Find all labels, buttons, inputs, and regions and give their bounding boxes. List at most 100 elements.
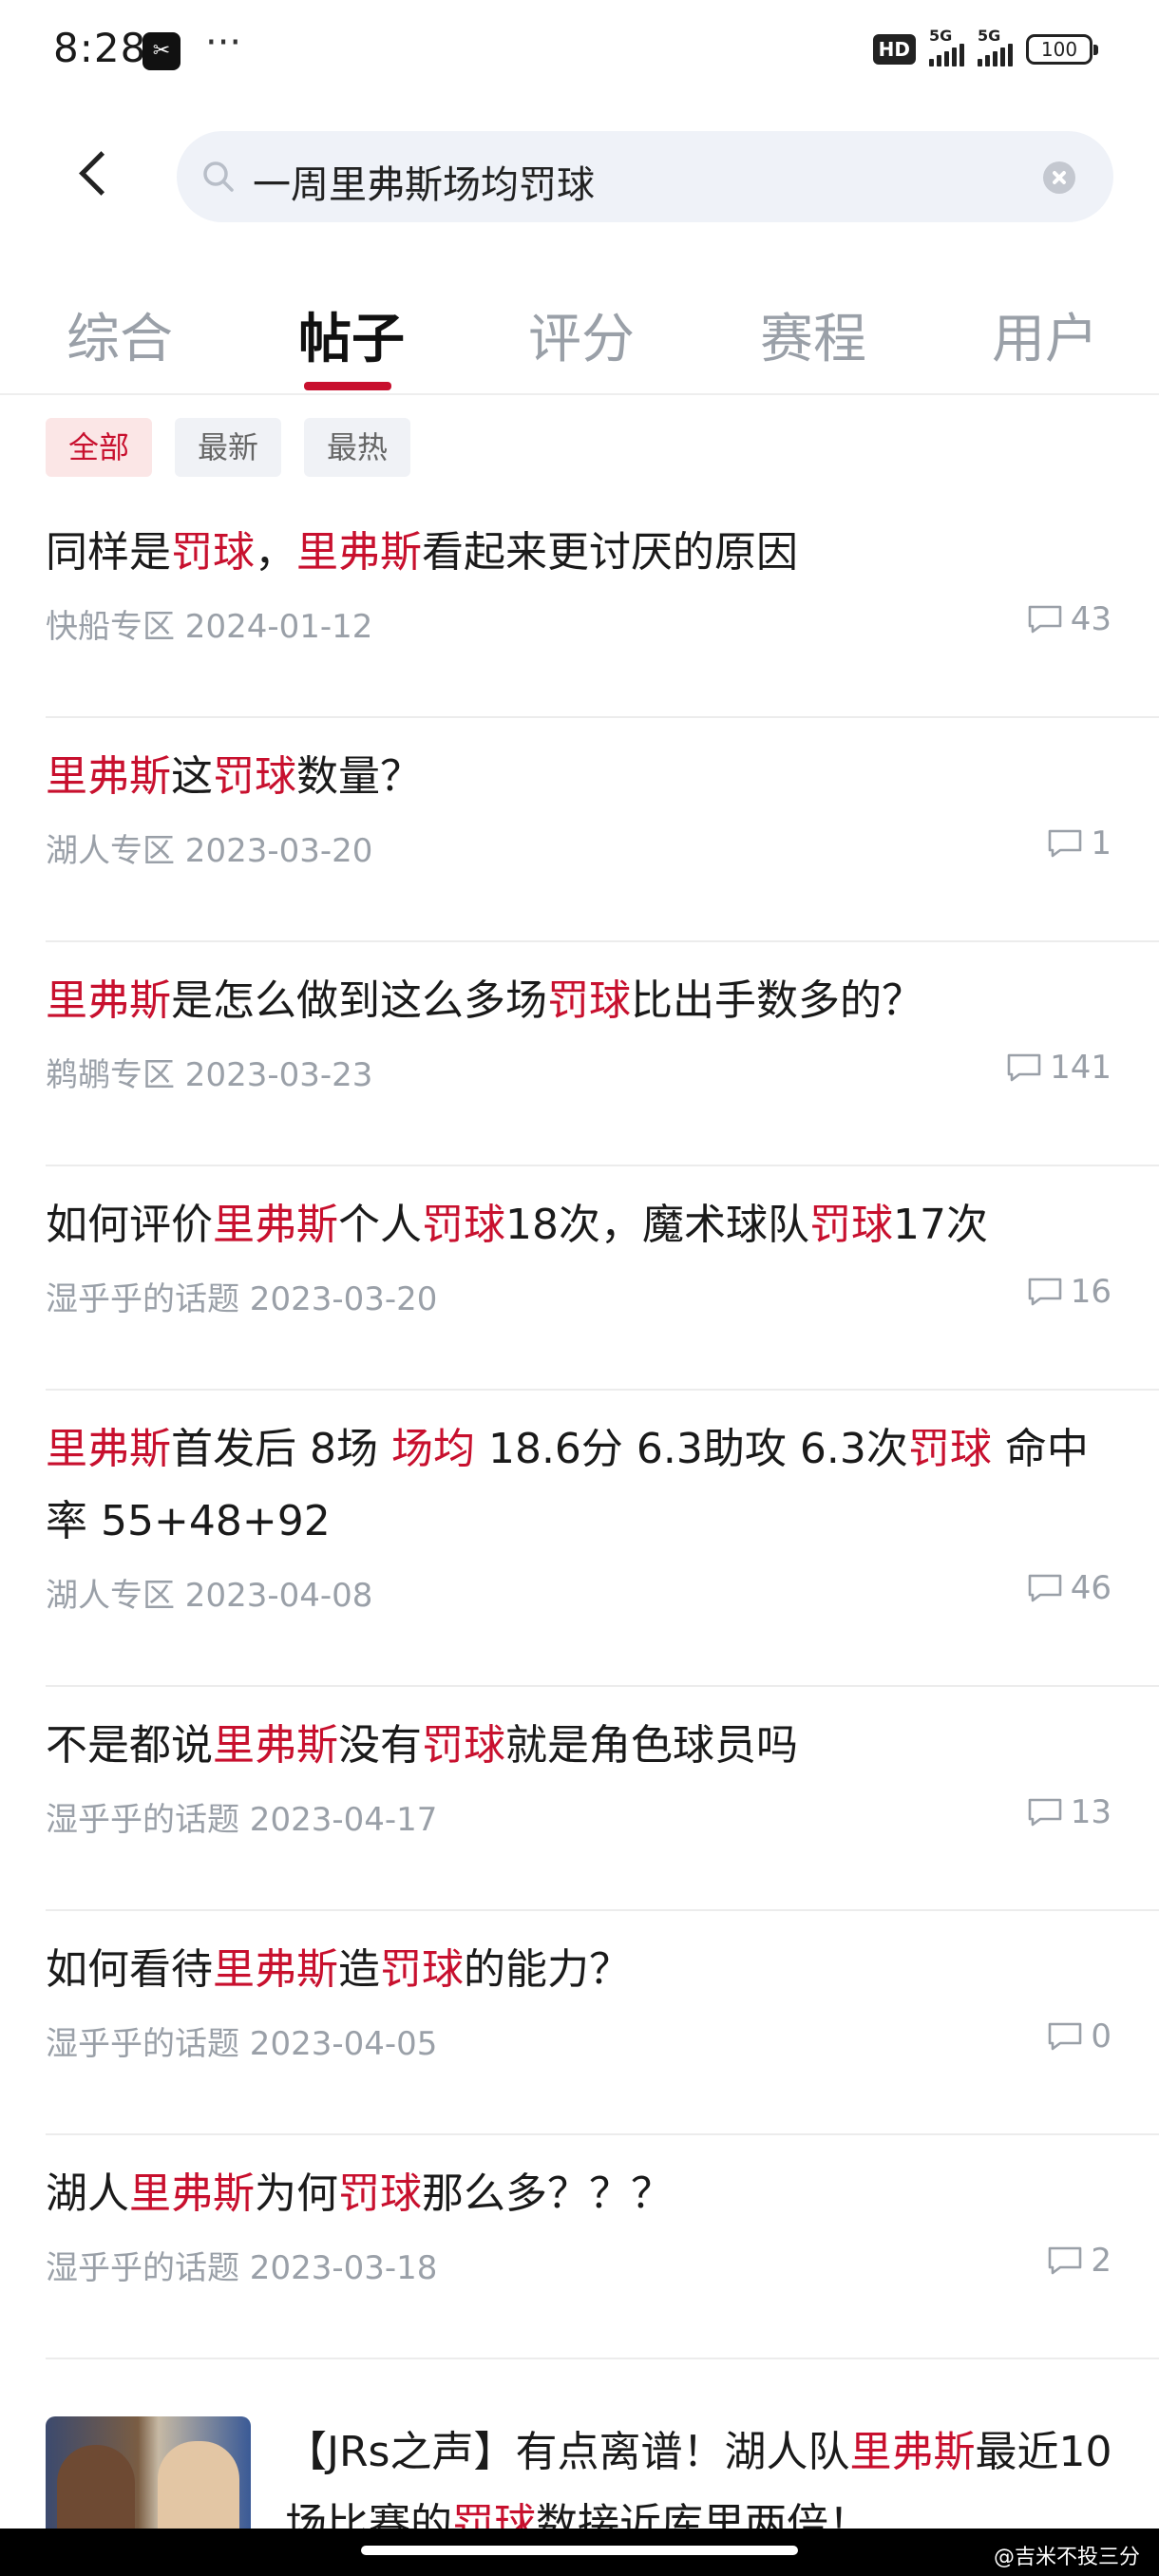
result-title: 湖人里弗斯为何罚球那么多？？？ — [46, 2158, 1119, 2230]
search-icon — [203, 161, 234, 192]
comment-count-value: 16 — [1070, 1273, 1112, 1311]
result-meta: 湿乎乎的话题 2023-03-20 — [46, 1280, 438, 1318]
comment-count: 141 — [1006, 1049, 1112, 1087]
comment-icon — [1007, 1053, 1041, 1082]
comment-count: 46 — [1027, 1569, 1112, 1607]
title-text: 不是都说 — [46, 1721, 213, 1770]
title-text: 个人 — [338, 1201, 422, 1249]
keyword-highlight: 罚球 — [380, 1945, 464, 1994]
result-item[interactable]: 不是都说里弗斯没有罚球就是角色球员吗湿乎乎的话题 2023-04-17 13 — [46, 1687, 1159, 1911]
result-meta: 湿乎乎的话题 2023-04-05 — [46, 2025, 438, 2063]
hd-badge: HD — [872, 34, 916, 65]
network-label: 5G — [929, 27, 953, 45]
back-arrow-icon[interactable] — [66, 146, 124, 203]
status-bar: 8:28 ✂ ··· HD 5G 5G 100 — [0, 0, 1159, 104]
result-title: 如何看待里弗斯造罚球的能力？ — [46, 1934, 1119, 2006]
result-meta: 湿乎乎的话题 2023-04-17 — [46, 1801, 438, 1839]
title-text: 18次，魔术球队 — [505, 1201, 809, 1249]
result-item[interactable]: 里弗斯首发后 8场 场均 18.6分 6.3助攻 6.3次罚球 命中率 55+4… — [46, 1391, 1159, 1687]
title-text: 是怎么做到这么多场 — [171, 976, 547, 1025]
result-title: 同样是罚球，里弗斯看起来更讨厌的原因 — [46, 517, 1119, 589]
keyword-highlight: 里弗斯 — [213, 1201, 338, 1249]
title-text: 这 — [171, 752, 213, 801]
comment-count: 43 — [1027, 600, 1112, 638]
comment-count-value: 0 — [1091, 2017, 1112, 2055]
filter-chips: 全部 最新 最热 — [46, 418, 411, 477]
result-meta: 湖人专区 2023-04-08 — [46, 1577, 373, 1615]
tab-schedule[interactable]: 赛程 — [760, 296, 866, 373]
comment-icon — [1049, 2246, 1082, 2275]
keyword-highlight: 里弗斯 — [46, 1425, 171, 1473]
keyword-highlight: 里弗斯 — [46, 752, 171, 801]
comment-icon — [1028, 1278, 1062, 1306]
keyword-highlight: 里弗斯 — [213, 1721, 338, 1770]
comment-count-value: 46 — [1070, 1569, 1112, 1607]
comment-icon — [1049, 2022, 1082, 2051]
filter-all[interactable]: 全部 — [46, 418, 153, 477]
comment-count: 16 — [1027, 1273, 1112, 1311]
tab-bar: 综合 帖子 评分 赛程 用户 — [0, 285, 1159, 395]
result-item[interactable]: 里弗斯这罚球数量？ 湖人专区 2023-03-20 1 — [46, 718, 1159, 942]
comment-icon — [1028, 1798, 1062, 1827]
keyword-highlight: 里弗斯 — [849, 2428, 976, 2476]
title-text: 那么多？？？ — [422, 2169, 673, 2218]
result-title: 里弗斯这罚球数量？ — [46, 741, 1119, 813]
watermark: @吉米不投三分 — [983, 2536, 1150, 2574]
title-text: 首发后 8场 — [171, 1425, 391, 1473]
comment-count-value: 43 — [1070, 600, 1112, 638]
result-meta: 快船专区 2024-01-12 — [46, 608, 373, 646]
comment-count: 13 — [1027, 1793, 1112, 1831]
result-meta: 鹈鹕专区 2023-03-23 — [46, 1056, 373, 1094]
battery-icon: 100 — [1026, 34, 1098, 65]
signal-icon: 5G — [929, 27, 964, 66]
title-text: 如何看待 — [46, 1945, 213, 1994]
title-text: 的能力？ — [464, 1945, 631, 1994]
comment-count: 2 — [1047, 2242, 1112, 2280]
title-text: 【JRs之声】有点离谱！湖人队 — [285, 2428, 850, 2476]
search-query: 一周里弗斯场均罚球 — [253, 163, 595, 207]
keyword-highlight: 里弗斯 — [296, 528, 422, 577]
comment-count: 1 — [1047, 824, 1112, 862]
keyword-highlight: 罚球 — [422, 1201, 505, 1249]
home-indicator[interactable] — [361, 2546, 798, 2555]
result-item[interactable]: 湖人里弗斯为何罚球那么多？？？ 湿乎乎的话题 2023-03-18 2 — [46, 2135, 1159, 2359]
tab-ratings[interactable]: 评分 — [528, 296, 635, 373]
title-text: 没有 — [338, 1721, 422, 1770]
clear-icon[interactable] — [1043, 161, 1075, 194]
result-item[interactable]: 同样是罚球，里弗斯看起来更讨厌的原因快船专区 2024-01-12 43 — [46, 513, 1159, 718]
result-title: 里弗斯是怎么做到这么多场罚球比出手数多的？ — [46, 965, 1119, 1037]
keyword-highlight: 里弗斯 — [46, 976, 171, 1025]
title-text: 湖人 — [46, 2169, 129, 2218]
tab-comprehensive[interactable]: 综合 — [66, 296, 173, 373]
result-item[interactable]: 如何评价里弗斯个人罚球18次，魔术球队罚球17次 湿乎乎的话题 2023-03-2… — [46, 1166, 1159, 1391]
result-item[interactable]: 如何看待里弗斯造罚球的能力？ 湿乎乎的话题 2023-04-05 0 — [46, 1911, 1159, 2135]
search-input[interactable]: 一周里弗斯场均罚球 — [177, 131, 1113, 222]
result-meta: 湿乎乎的话题 2023-03-18 — [46, 2249, 438, 2287]
title-text: 比出手数多的？ — [631, 976, 923, 1025]
keyword-highlight: 罚球 — [213, 752, 296, 801]
keyword-highlight: 场均 — [390, 1425, 475, 1473]
title-text: 看起来更讨厌的原因 — [422, 528, 798, 577]
title-text: 数量？ — [296, 752, 422, 801]
filter-latest[interactable]: 最新 — [175, 418, 282, 477]
keyword-highlight: 罚球 — [547, 976, 631, 1025]
tab-users[interactable]: 用户 — [992, 296, 1098, 373]
title-text: ， — [255, 528, 296, 577]
comment-count: 0 — [1047, 2017, 1112, 2055]
signal-icon: 5G — [978, 27, 1013, 66]
filter-hottest[interactable]: 最热 — [304, 418, 411, 477]
keyword-highlight: 罚球 — [171, 528, 255, 577]
comment-count-value: 13 — [1070, 1793, 1112, 1831]
title-text: 17次 — [893, 1201, 988, 1249]
status-indicators: HD 5G 5G 100 — [872, 27, 1098, 66]
result-title: 如何评价里弗斯个人罚球18次，魔术球队罚球17次 — [46, 1189, 1119, 1261]
result-title: 不是都说里弗斯没有罚球就是角色球员吗 — [46, 1710, 1119, 1782]
result-title: 里弗斯首发后 8场 场均 18.6分 6.3助攻 6.3次罚球 命中率 55+4… — [46, 1413, 1119, 1558]
keyword-highlight: 里弗斯 — [129, 2169, 255, 2218]
comment-icon — [1028, 1574, 1062, 1602]
result-item[interactable]: 里弗斯是怎么做到这么多场罚球比出手数多的？ 鹈鹕专区 2023-03-23 141 — [46, 942, 1159, 1166]
title-text: 造 — [338, 1945, 380, 1994]
title-text: 同样是 — [46, 528, 171, 577]
title-text: 就是角色球员吗 — [505, 1721, 798, 1770]
tab-posts[interactable]: 帖子 — [298, 296, 405, 373]
